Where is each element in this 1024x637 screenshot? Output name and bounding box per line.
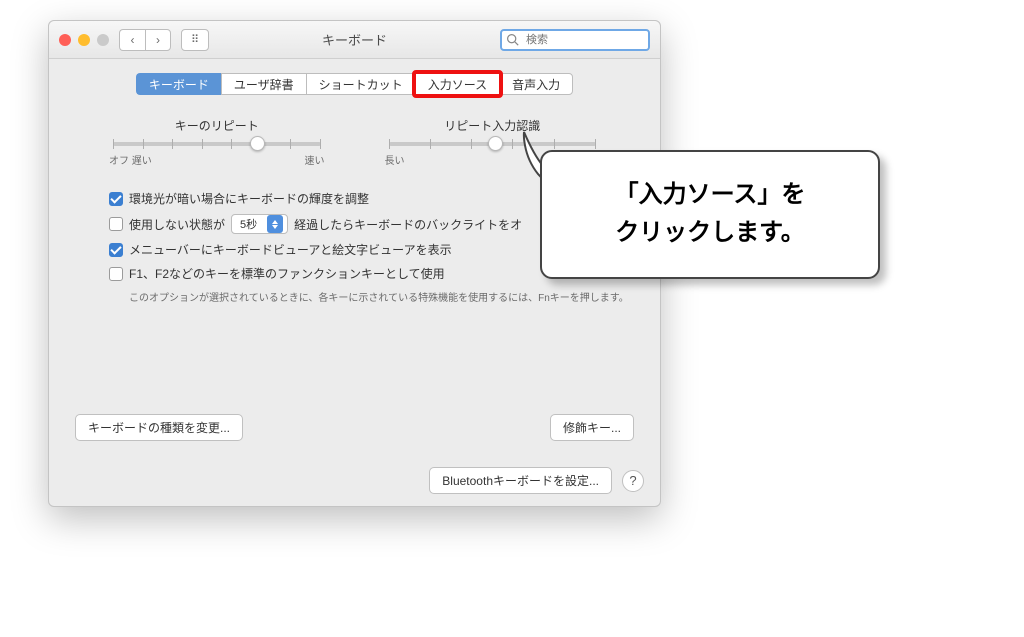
search-wrap: [500, 29, 650, 51]
titlebar: ‹ › ⠿ キーボード: [49, 21, 660, 59]
minimize-icon[interactable]: [78, 34, 90, 46]
check-show-viewers-label: メニューバーにキーボードビューアと絵文字ビューアを表示: [129, 241, 452, 258]
key-repeat-left-label: オフ 遅い: [109, 152, 152, 167]
tab-dictation[interactable]: 音声入力: [499, 73, 573, 95]
bottom-row: キーボードの種類を変更... 修飾キー...: [69, 414, 640, 441]
turn-off-suffix: 経過したらキーボードのバックライトをオ: [294, 216, 522, 233]
tabs: キーボード ユーザ辞書 ショートカット 入力ソース 音声入力: [69, 73, 640, 95]
checkbox-icon: [109, 217, 123, 231]
key-repeat-slider: キーのリピート オフ 遅い 速い: [109, 117, 325, 167]
chevron-right-icon: ›: [156, 33, 160, 47]
delay-left-label: 長い: [385, 152, 405, 167]
chevron-left-icon: ‹: [131, 33, 135, 47]
checkbox-icon: [109, 267, 123, 281]
search-input[interactable]: [500, 29, 650, 51]
search-icon: [506, 33, 519, 46]
traffic-lights: [59, 34, 109, 46]
modifier-keys-button[interactable]: 修飾キー...: [550, 414, 634, 441]
nav-buttons: ‹ ›: [119, 29, 171, 51]
instruction-callout: 「入力ソース」を クリックします。: [540, 150, 880, 279]
change-keyboard-type-button[interactable]: キーボードの種類を変更...: [75, 414, 243, 441]
tab-input-source[interactable]: 入力ソース: [415, 73, 499, 95]
key-repeat-right-label: 速い: [305, 152, 325, 167]
delay-knob[interactable]: [488, 136, 503, 151]
key-repeat-track[interactable]: [113, 142, 321, 146]
back-button[interactable]: ‹: [119, 29, 145, 51]
tab-keyboard[interactable]: キーボード: [136, 73, 221, 95]
key-repeat-knob[interactable]: [250, 136, 265, 151]
key-repeat-title: キーのリピート: [109, 117, 325, 134]
grid-icon: ⠿: [191, 33, 199, 46]
zoom-icon[interactable]: [97, 34, 109, 46]
fn-note: このオプションが選択されているときに、各キーに示されている特殊機能を使用するには…: [69, 289, 640, 304]
stepper-icon: [267, 215, 283, 233]
show-all-button[interactable]: ⠿: [181, 29, 209, 51]
turn-off-delay-select[interactable]: 5秒: [231, 214, 288, 234]
close-icon[interactable]: [59, 34, 71, 46]
footer: Bluetoothキーボードを設定... ?: [49, 455, 660, 506]
callout-line1: 「入力ソース」を: [562, 176, 858, 214]
turn-off-prefix: 使用しない状態が: [129, 216, 225, 233]
checkbox-icon: [109, 243, 123, 257]
key-repeat-labels: オフ 遅い 速い: [109, 152, 325, 167]
checkbox-icon: [109, 192, 123, 206]
forward-button[interactable]: ›: [145, 29, 171, 51]
check-fn-keys-label: F1、F2などのキーを標準のファンクションキーとして使用: [129, 265, 445, 282]
tab-shortcut[interactable]: ショートカット: [306, 73, 415, 95]
check-backlight-adjust-label: 環境光が暗い場合にキーボードの輝度を調整: [129, 190, 369, 207]
bluetooth-setup-button[interactable]: Bluetoothキーボードを設定...: [429, 467, 612, 494]
tab-user-dict[interactable]: ユーザ辞書: [221, 73, 306, 95]
turn-off-select-value: 5秒: [240, 216, 257, 232]
callout-line2: クリックします。: [562, 214, 858, 252]
help-button[interactable]: ?: [622, 470, 644, 492]
